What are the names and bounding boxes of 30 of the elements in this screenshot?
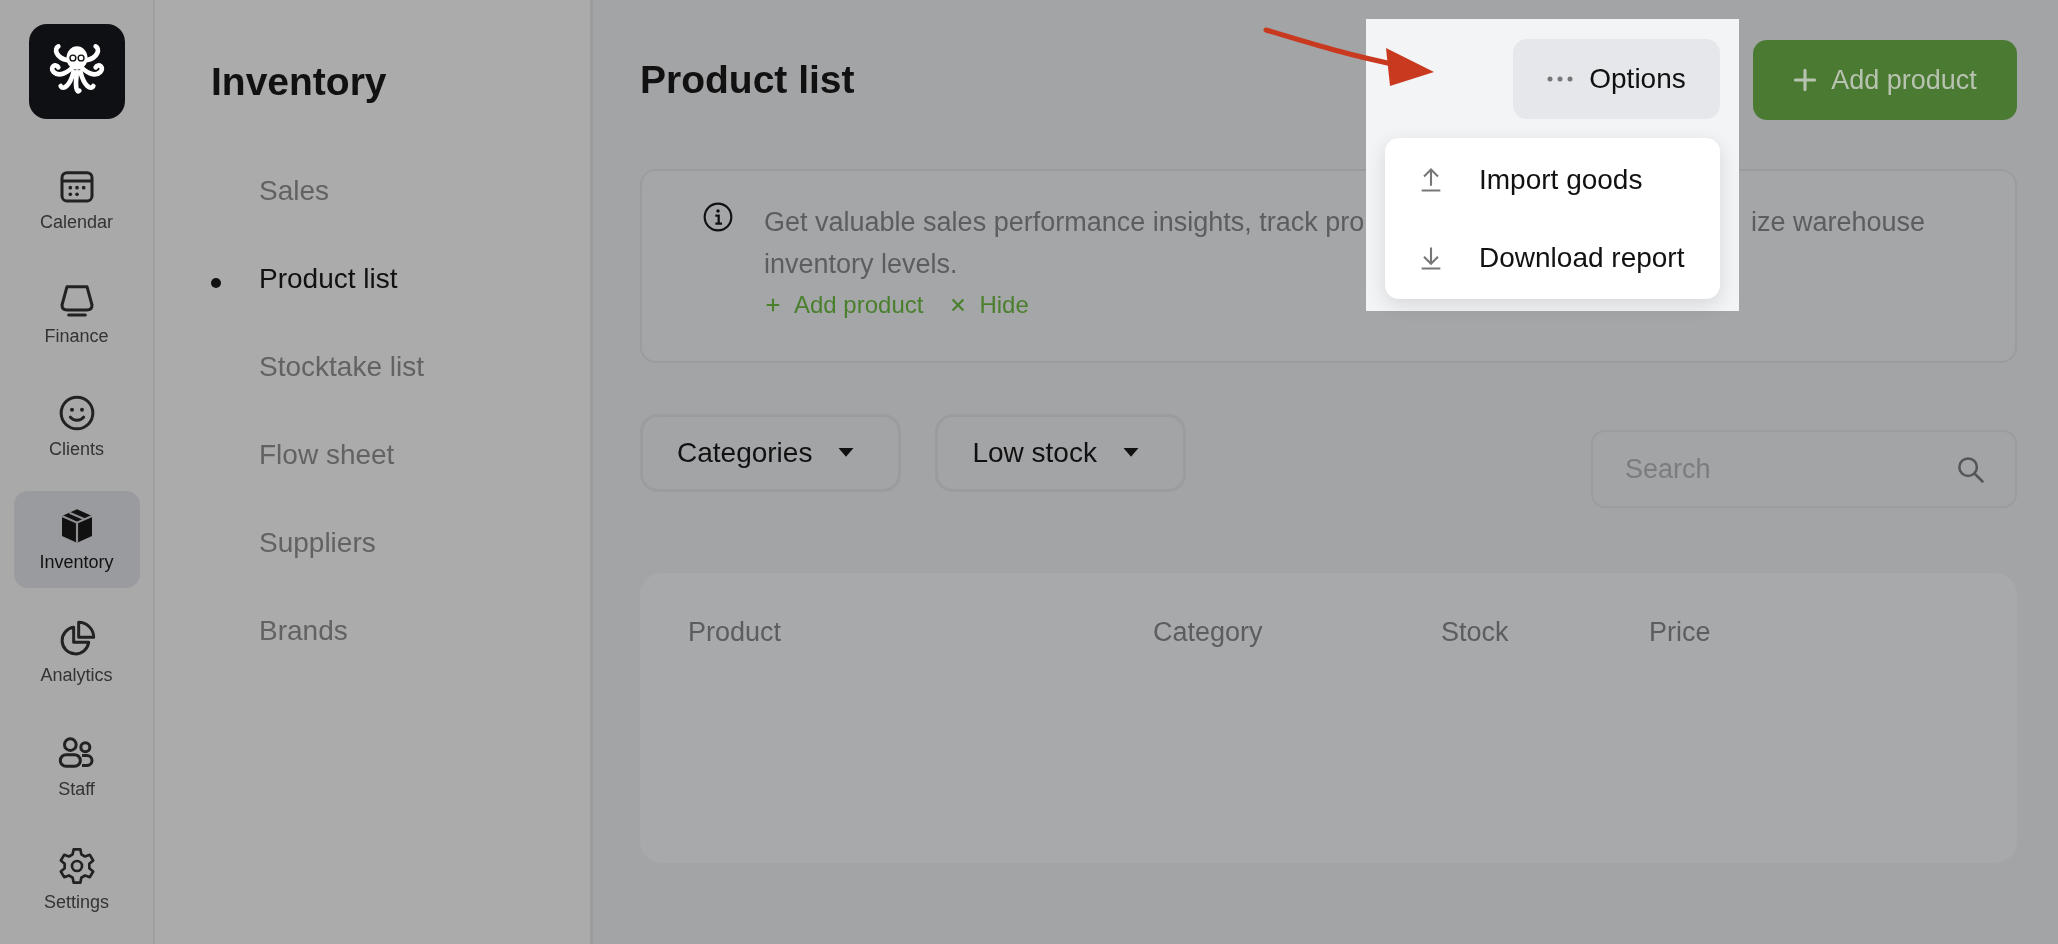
plus-icon bbox=[764, 296, 782, 314]
caret-icon bbox=[838, 448, 855, 458]
plus-icon bbox=[1793, 68, 1818, 92]
column-header: Product bbox=[688, 617, 783, 648]
add-product-button[interactable]: Add product bbox=[1753, 40, 2017, 120]
column-header: Stock bbox=[1441, 617, 1510, 648]
page-title: Product list bbox=[640, 58, 855, 102]
rail-item[interactable]: Finance bbox=[13, 264, 140, 362]
info-text: inventory levels. bbox=[764, 248, 958, 281]
rail-item[interactable]: Calendar bbox=[13, 151, 140, 249]
rail-item[interactable]: Inventory bbox=[13, 491, 140, 589]
rail-item[interactable]: Clients bbox=[13, 377, 140, 475]
more-icon bbox=[1547, 76, 1574, 82]
info-icon bbox=[702, 201, 734, 233]
options-button[interactable]: Options bbox=[1513, 39, 1720, 119]
rail-item[interactable]: Analytics bbox=[13, 604, 140, 702]
caret-icon bbox=[1122, 448, 1139, 458]
filter-dropdown[interactable]: Categories bbox=[640, 414, 902, 492]
menu-item[interactable]: Download report bbox=[1385, 222, 1720, 293]
rail-item[interactable]: Settings bbox=[13, 830, 140, 928]
info-text: ize warehouse bbox=[1750, 206, 1925, 239]
column-header: Category bbox=[1153, 617, 1264, 648]
column-header: Price bbox=[1649, 617, 1711, 648]
section-title: Inventory bbox=[211, 60, 388, 104]
nav-link[interactable]: Product list bbox=[259, 263, 398, 295]
menu-item[interactable]: Import goods bbox=[1385, 144, 1720, 215]
filter-dropdown[interactable]: Low stock bbox=[935, 414, 1186, 492]
info-text: Get valuable sales performance insights, track pro bbox=[764, 206, 1365, 239]
rail-item[interactable]: Staff bbox=[13, 717, 140, 815]
search-icon bbox=[1955, 454, 1985, 484]
